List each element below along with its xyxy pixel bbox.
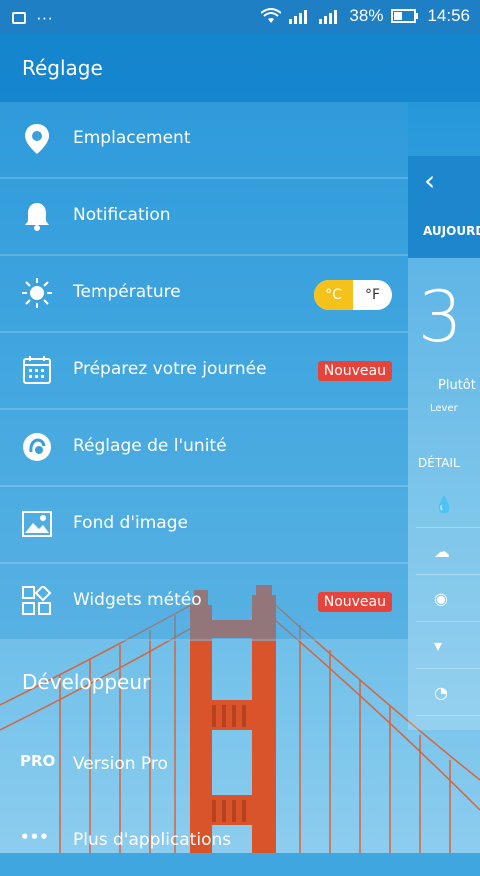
menu-item-label: Température: [73, 282, 181, 302]
humidity-icon: 💧: [416, 481, 480, 528]
status-bar: ··· 38% 14:56: [0, 0, 480, 34]
menu-item-label: Fond d'image: [73, 513, 188, 533]
location-pin-icon: [22, 124, 52, 154]
menu-item-wallpaper[interactable]: Fond d'image: [0, 487, 408, 564]
image-icon: [12, 12, 26, 24]
gauge-icon: [22, 432, 52, 462]
menu-item-widgets[interactable]: Widgets météo Nouveau: [0, 564, 408, 641]
battery-percent: 38%: [349, 6, 384, 25]
menu-item-label: Version Pro: [73, 754, 168, 774]
visibility-icon: ◉: [416, 575, 480, 622]
cloud-icon: ☁: [416, 528, 480, 575]
current-temperature: 3: [418, 276, 463, 358]
menu-item-more-apps[interactable]: ••• Plus d'applications: [0, 806, 408, 876]
clock: 14:56: [427, 6, 470, 25]
signal-1-icon: [289, 10, 308, 24]
weather-description: Plutôt: [438, 378, 476, 393]
menu-item-label: Notification: [73, 205, 171, 225]
calendar-icon: [22, 355, 52, 385]
pressure-icon: ◔: [416, 669, 480, 716]
wifi-icon: [261, 8, 282, 23]
detail-heading: DÉTAIL: [418, 456, 460, 470]
image-icon: [22, 509, 52, 539]
weather-panel-peek: ‹ AUJOURD 3 Plutôt Lever DÉTAIL 💧 ☁ ◉ ▾ …: [408, 156, 480, 730]
rain-icon: ▾: [416, 622, 480, 669]
menu-item-pro-version[interactable]: PRO Version Pro: [0, 730, 408, 800]
signal-2-icon: [319, 10, 338, 24]
new-badge: Nouveau: [317, 361, 392, 381]
menu-item-unit-settings[interactable]: Réglage de l'unité: [0, 410, 408, 487]
menu-item-label: Plus d'applications: [73, 830, 232, 850]
temperature-unit-toggle[interactable]: °C °F: [314, 280, 392, 310]
back-arrow-icon[interactable]: ‹: [424, 164, 435, 197]
drawer-header: Réglage: [0, 34, 480, 102]
battery-icon: [391, 9, 419, 23]
tab-today[interactable]: AUJOURD: [408, 208, 480, 258]
menu-item-label: Widgets météo: [73, 590, 202, 610]
detail-rows: 💧 ☁ ◉ ▾ ◔: [416, 481, 480, 721]
pro-icon: PRO: [20, 752, 56, 770]
menu-item-prepare-day[interactable]: Préparez votre journée Nouveau: [0, 333, 408, 410]
sunrise-label: Lever: [430, 403, 458, 414]
menu-item-location[interactable]: Emplacement: [0, 102, 408, 179]
panel-header: ‹: [408, 156, 480, 208]
sun-icon: [22, 278, 52, 308]
more-dots-icon: •••: [20, 828, 49, 846]
status-more: ···: [36, 8, 53, 27]
developer-section-title: Développeur: [22, 670, 151, 694]
menu-item-notification[interactable]: Notification: [0, 179, 408, 256]
widgets-icon: [22, 586, 52, 616]
new-badge: Nouveau: [317, 592, 392, 612]
menu-item-label: Emplacement: [73, 128, 191, 148]
bell-icon: [22, 201, 52, 231]
menu-item-label: Réglage de l'unité: [73, 436, 227, 456]
fahrenheit-option[interactable]: °F: [353, 280, 392, 310]
menu-item-label: Préparez votre journée: [73, 359, 267, 379]
page-title: Réglage: [22, 56, 103, 80]
menu-item-temperature[interactable]: Température °C °F: [0, 256, 408, 333]
celsius-option[interactable]: °C: [314, 280, 353, 310]
